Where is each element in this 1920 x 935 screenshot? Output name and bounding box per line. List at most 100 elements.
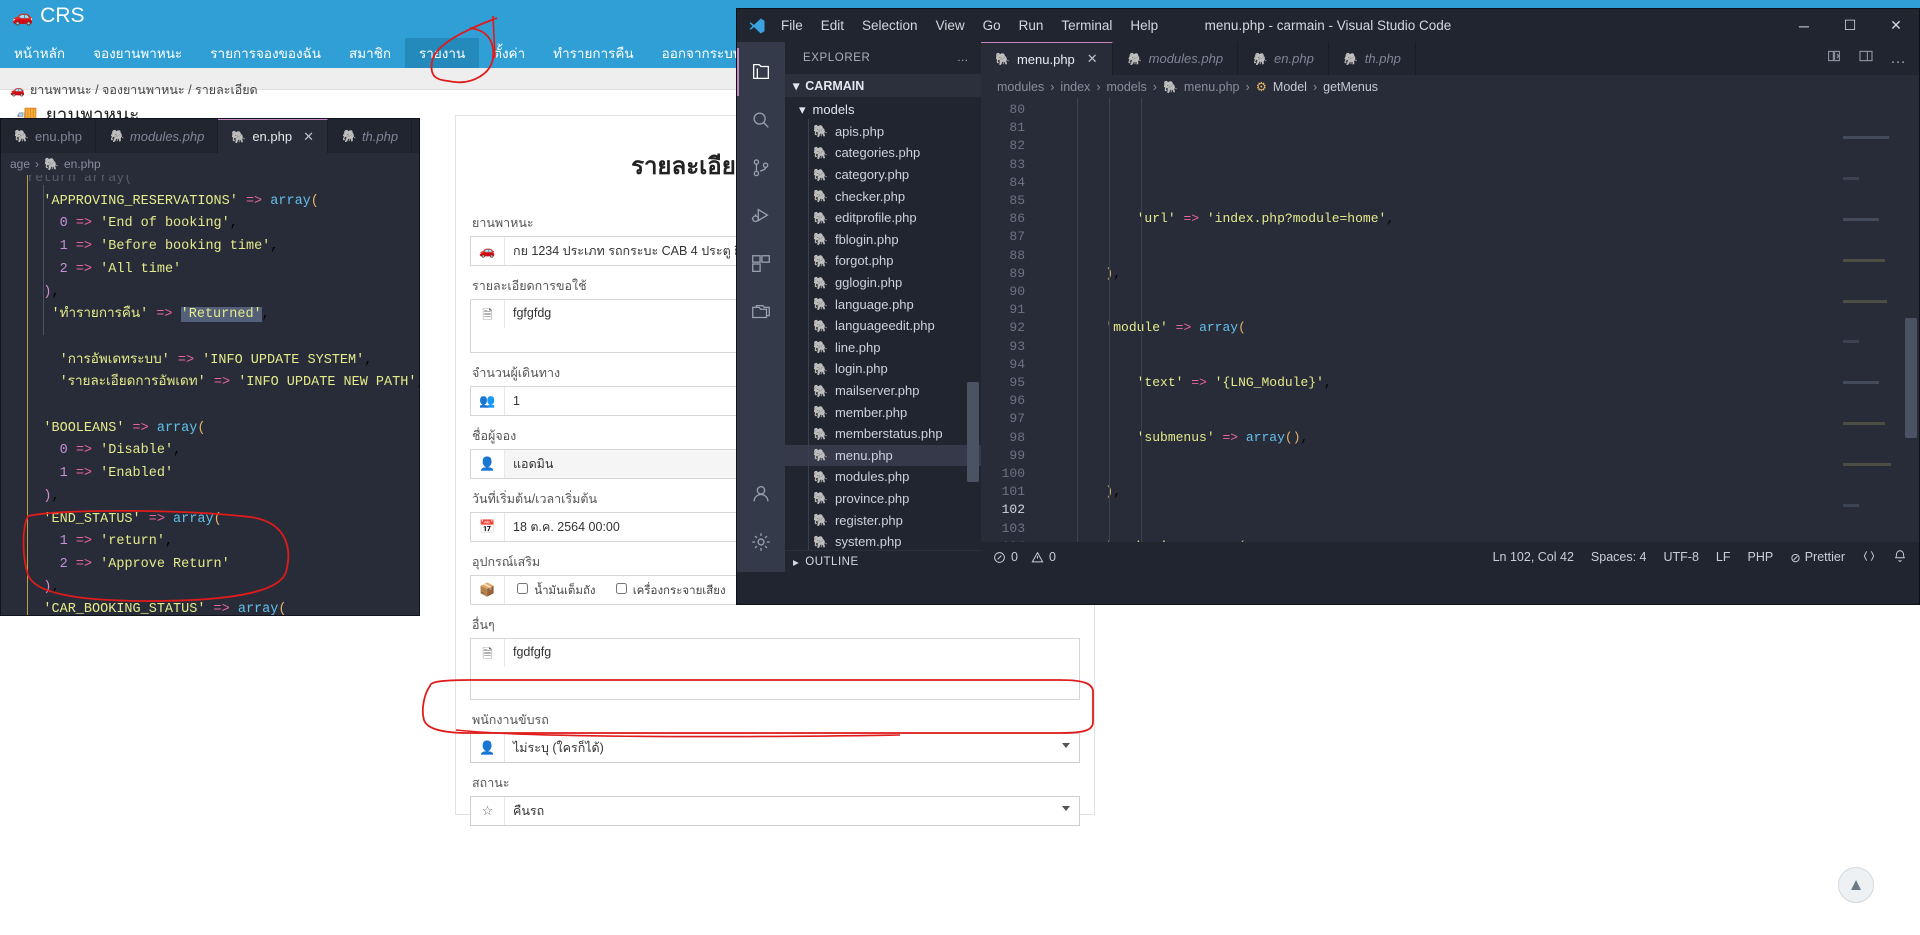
tree-file-system[interactable]: 🐘 system.php <box>785 531 981 550</box>
nav-item-members[interactable]: สมาชิก <box>335 38 405 68</box>
cursor-position[interactable]: Ln 102, Col 42 <box>1493 550 1574 564</box>
tree-file-menu[interactable]: 🐘 menu.php <box>785 444 981 467</box>
menu-run[interactable]: Run <box>1019 18 1044 33</box>
tab-modules-php[interactable]: 🐘 modules.php <box>95 119 219 153</box>
menu-view[interactable]: View <box>936 18 965 33</box>
menu-file[interactable]: File <box>781 18 803 33</box>
tree-file-register[interactable]: 🐘 register.php <box>785 509 981 531</box>
tab-en-php[interactable]: 🐘 en.php ✕ <box>218 119 328 153</box>
menu-go[interactable]: Go <box>983 18 1001 33</box>
tree-file-checker[interactable]: 🐘 checker.php <box>785 185 981 207</box>
error-icon[interactable]: 0 <box>993 550 1018 564</box>
minimap[interactable] <box>1843 98 1903 542</box>
eol[interactable]: LF <box>1716 550 1731 564</box>
breadcrumb-segment[interactable]: age <box>10 157 30 171</box>
explorer-header: EXPLORER … <box>785 42 981 74</box>
code-editor-right[interactable]: 80 81 82 83 84 85 86 87 88 89 90 91 92 9… <box>981 98 1919 542</box>
status-select[interactable]: ☆ คืนรถ <box>470 796 1080 826</box>
checkbox-input[interactable] <box>615 583 627 594</box>
tree-file-mailserver[interactable]: 🐘 mailserver.php <box>785 380 981 402</box>
files-icon[interactable] <box>737 48 785 96</box>
menu-selection[interactable]: Selection <box>862 18 918 33</box>
checkbox-full-tank[interactable]: น้ำมันเต็มถัง <box>513 580 596 600</box>
tree-folder-models[interactable]: ▾ models <box>785 99 981 121</box>
remote-icon[interactable] <box>1862 549 1876 566</box>
menu-terminal[interactable]: Terminal <box>1061 18 1112 33</box>
code-editor-left[interactable]: return array( 'APPROVING_RESERVATIONS' =… <box>1 175 419 615</box>
nav-item-return[interactable]: ทำรายการคืน <box>539 38 648 68</box>
field-value[interactable]: fgdfgfg <box>505 639 1079 699</box>
warning-icon[interactable]: 0 <box>1031 550 1056 564</box>
account-icon[interactable] <box>737 470 785 518</box>
layout-icon[interactable] <box>1858 48 1874 69</box>
tree-file-category[interactable]: 🐘 category.php <box>785 164 981 186</box>
editor-scrollbar[interactable] <box>1905 318 1917 438</box>
tree-file-province[interactable]: 🐘 province.php <box>785 488 981 510</box>
tab-enu-php[interactable]: 🐘 enu.php <box>1 119 96 153</box>
close-button[interactable]: ✕ <box>1873 9 1919 42</box>
more-actions-icon[interactable]: … <box>1890 50 1906 68</box>
tree-file-line[interactable]: 🐘 line.php <box>785 337 981 359</box>
nav-item-reports[interactable]: รายงาน <box>405 38 480 68</box>
menu-help[interactable]: Help <box>1130 18 1158 33</box>
prettier-status[interactable]: ⊘ Prettier <box>1790 550 1845 565</box>
sidebar-scrollbar[interactable] <box>967 382 979 482</box>
breadcrumb-index[interactable]: index <box>1060 80 1090 94</box>
scroll-to-top-button[interactable]: ▲ <box>1838 867 1874 903</box>
language-mode[interactable]: PHP <box>1748 550 1774 564</box>
close-icon[interactable]: ✕ <box>1087 51 1098 67</box>
bell-icon[interactable] <box>1893 549 1907 566</box>
tab-th-php[interactable]: 🐘 th.php <box>327 119 413 153</box>
crs-brand[interactable]: 🚗 CRS <box>12 4 85 28</box>
close-icon[interactable]: ✕ <box>303 129 314 145</box>
remote-explorer-icon[interactable] <box>737 288 785 336</box>
tree-file-editprofile[interactable]: 🐘 editprofile.php <box>785 207 981 229</box>
maximize-button[interactable]: ☐ <box>1827 9 1873 42</box>
nav-item-book-vehicle[interactable]: จองยานพาหนะ <box>79 38 196 68</box>
workspace-root[interactable]: ▾ CARMAIN <box>785 74 981 97</box>
tree-file-apis[interactable]: 🐘 apis.php <box>785 121 981 143</box>
tree-file-forgot[interactable]: 🐘 forgot.php <box>785 250 981 272</box>
breadcrumb-file[interactable]: menu.php <box>1184 80 1240 94</box>
nav-item-my-bookings[interactable]: รายการจองของฉัน <box>196 38 335 68</box>
tree-file-categories[interactable]: 🐘 categories.php <box>785 142 981 164</box>
nav-item-settings[interactable]: ตั้งค่า <box>479 38 539 68</box>
minimize-button[interactable]: ─ <box>1781 9 1827 42</box>
indentation[interactable]: Spaces: 4 <box>1591 550 1647 564</box>
search-icon[interactable] <box>737 96 785 144</box>
encoding[interactable]: UTF-8 <box>1664 550 1699 564</box>
extensions-icon[interactable] <box>737 240 785 288</box>
checkbox-input[interactable] <box>517 583 528 594</box>
tab-menu-php[interactable]: 🐘 menu.php ✕ <box>981 42 1113 75</box>
source-control-icon[interactable] <box>737 144 785 192</box>
breadcrumb-segment[interactable]: en.php <box>64 157 101 171</box>
outline-section[interactable]: ▸ OUTLINE <box>785 550 981 572</box>
checkbox-speaker[interactable]: เครื่องกระจายเสียง <box>612 580 726 600</box>
tree-file-language[interactable]: 🐘 language.php <box>785 293 981 315</box>
field-label: สถานะ <box>472 776 510 790</box>
code-content[interactable]: 'url' => 'index.php?module=home', ), 'mo… <box>1037 98 1919 542</box>
file-label: fblogin.php <box>834 231 899 247</box>
tab-en-php[interactable]: 🐘 en.php <box>1238 42 1329 75</box>
tree-file-gglogin[interactable]: 🐘 gglogin.php <box>785 272 981 294</box>
tree-file-modules[interactable]: 🐘 modules.php <box>785 466 981 488</box>
tree-file-member[interactable]: 🐘 member.php <box>785 401 981 423</box>
tab-th-php[interactable]: 🐘 th.php <box>1329 42 1416 75</box>
tree-file-memberstatus[interactable]: 🐘 memberstatus.php <box>785 423 981 445</box>
tree-file-login[interactable]: 🐘 login.php <box>785 358 981 380</box>
split-editor-icon[interactable] <box>1826 48 1842 69</box>
tree-file-languageedit[interactable]: 🐘 languageedit.php <box>785 315 981 337</box>
tree-file-fblogin[interactable]: 🐘 fblogin.php <box>785 229 981 251</box>
breadcrumb-method[interactable]: getMenus <box>1323 80 1378 94</box>
run-debug-icon[interactable] <box>737 192 785 240</box>
breadcrumb-class[interactable]: Model <box>1273 80 1307 94</box>
ellipsis-icon[interactable]: … <box>957 52 969 64</box>
nav-item-home[interactable]: หน้าหลัก <box>0 38 79 68</box>
file-tree[interactable]: ▾ models 🐘 apis.php 🐘 categories.php 🐘 cate… <box>785 97 981 550</box>
settings-gear-icon[interactable] <box>737 518 785 566</box>
driver-select[interactable]: 👤 ไม่ระบุ (ใครก็ได้) <box>470 733 1080 763</box>
tab-modules-php[interactable]: 🐘 modules.php <box>1113 42 1239 75</box>
menu-edit[interactable]: Edit <box>821 18 844 33</box>
breadcrumb-models[interactable]: models <box>1106 80 1146 94</box>
breadcrumb-modules[interactable]: modules <box>997 80 1044 94</box>
